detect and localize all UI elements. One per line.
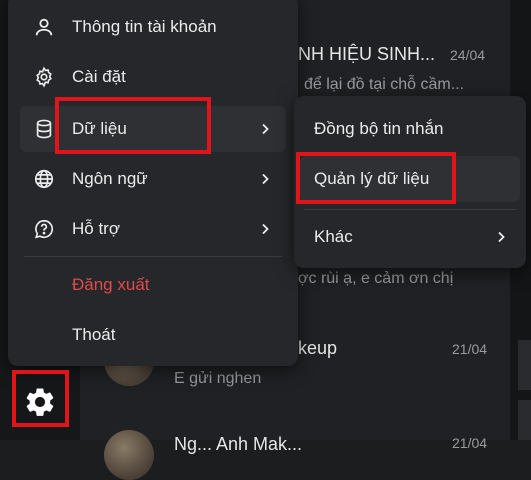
menu-item-exit[interactable]: Thoát bbox=[20, 312, 286, 358]
conversation-name: keup bbox=[298, 338, 338, 358]
data-submenu: Đồng bộ tin nhắn Quản lý dữ liệu Khác bbox=[294, 96, 526, 268]
menu-item-label: Ngôn ngữ bbox=[72, 169, 148, 188]
conversation-item[interactable]: Ng... Anh Mak... 21/04 bbox=[80, 410, 510, 480]
chevron-right-icon bbox=[258, 172, 272, 186]
submenu-item-manage-data[interactable]: Quản lý dữ liệu bbox=[300, 156, 520, 202]
menu-item-label: Thông tin tài khoản bbox=[72, 17, 217, 36]
menu-item-label: Cài đặt bbox=[72, 67, 126, 86]
menu-item-label: Đăng xuất bbox=[72, 275, 150, 294]
chevron-right-icon bbox=[258, 222, 272, 236]
menu-item-logout[interactable]: Đăng xuất bbox=[20, 262, 286, 308]
database-icon bbox=[32, 117, 56, 141]
settings-menu: Thông tin tài khoản Cài đặt Dữ liệu Ngôn… bbox=[8, 0, 298, 366]
chevron-right-icon bbox=[494, 230, 508, 244]
panel-edge-block bbox=[518, 340, 531, 390]
chevron-right-icon bbox=[258, 122, 272, 136]
conversation-name: NH HIỆU SINH... bbox=[298, 44, 436, 64]
menu-item-label: Thoát bbox=[72, 325, 116, 344]
conversation-date: 21/04 bbox=[452, 435, 488, 451]
menu-item-label: Hỗ trợ bbox=[72, 219, 120, 238]
submenu-item-sync-messages[interactable]: Đồng bộ tin nhắn bbox=[300, 106, 520, 152]
submenu-divider bbox=[304, 209, 516, 210]
menu-item-account-info[interactable]: Thông tin tài khoản bbox=[20, 4, 286, 50]
gear-icon bbox=[32, 65, 56, 89]
menu-item-data[interactable]: Dữ liệu bbox=[20, 106, 286, 152]
conversation-name: Ng... Anh Mak... bbox=[174, 434, 303, 454]
gear-icon bbox=[26, 388, 54, 416]
menu-item-support[interactable]: Hỗ trợ bbox=[20, 206, 286, 252]
person-icon bbox=[32, 15, 56, 39]
help-icon bbox=[32, 217, 56, 241]
avatar bbox=[104, 430, 154, 480]
settings-button[interactable] bbox=[14, 376, 66, 428]
menu-item-settings[interactable]: Cài đặt bbox=[20, 54, 286, 100]
submenu-item-label: Quản lý dữ liệu bbox=[314, 169, 430, 188]
panel-edge-block bbox=[518, 400, 531, 440]
conversation-date: 21/04 bbox=[452, 341, 488, 357]
menu-divider bbox=[24, 256, 282, 257]
menu-item-label: Dữ liệu bbox=[72, 119, 127, 138]
conversation-preview: để lại đồ tại chỗ cầm... bbox=[304, 76, 465, 93]
globe-icon bbox=[32, 167, 56, 191]
conversation-preview: ợc rùi ạ, e cảm ơn chị bbox=[298, 270, 454, 287]
submenu-item-label: Khác bbox=[314, 227, 353, 246]
submenu-item-label: Đồng bộ tin nhắn bbox=[314, 119, 444, 138]
submenu-item-other[interactable]: Khác bbox=[300, 214, 520, 260]
conversation-date: 24/04 bbox=[450, 47, 486, 63]
conversation-preview: E gửi nghen bbox=[174, 370, 262, 387]
menu-item-language[interactable]: Ngôn ngữ bbox=[20, 156, 286, 202]
